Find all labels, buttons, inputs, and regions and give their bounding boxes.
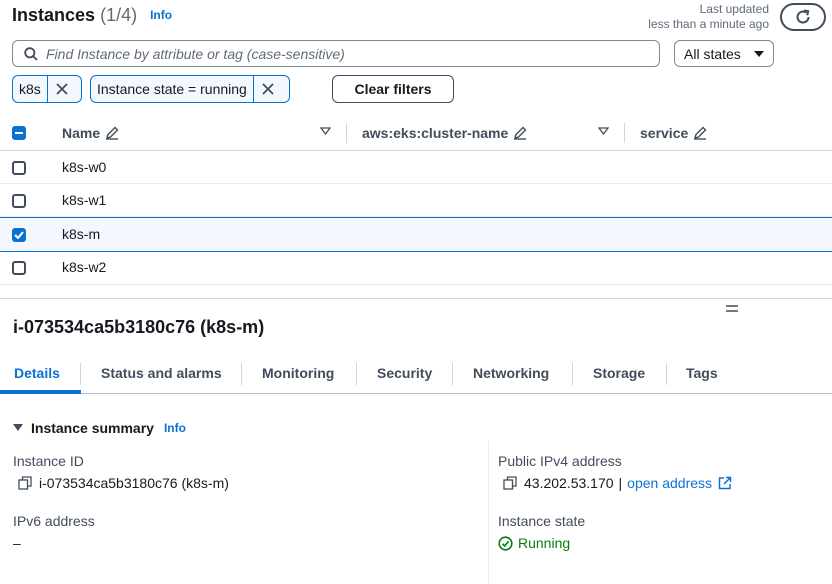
caret-down-icon <box>753 50 764 57</box>
separator: | <box>618 475 623 491</box>
table-row[interactable]: k8s-w1 <box>0 184 832 217</box>
table-row[interactable]: k8s-w0 <box>0 151 832 184</box>
column-label: aws:eks:cluster-name <box>362 125 509 141</box>
indeterminate-icon <box>15 132 23 134</box>
tab-divider <box>80 363 81 385</box>
tab-divider <box>572 363 573 385</box>
external-link-icon[interactable] <box>718 476 732 490</box>
page-title: Instances (1/4) Info <box>12 5 172 26</box>
refresh-icon <box>796 9 810 24</box>
edit-icon <box>514 126 527 140</box>
table-row-selected[interactable]: k8s-m <box>0 217 832 252</box>
instance-name: k8s-w1 <box>62 192 107 208</box>
instance-state-label: Instance state <box>498 513 586 529</box>
filter-token-label: k8s <box>19 81 41 97</box>
info-link[interactable]: Info <box>164 421 186 435</box>
clear-filters-button[interactable]: Clear filters <box>332 75 454 103</box>
close-icon <box>56 83 68 95</box>
filter-token-label: Instance state = running <box>97 81 247 97</box>
caret-down-icon <box>13 424 23 431</box>
instance-id-label: Instance ID <box>13 453 84 469</box>
remove-filter-button[interactable] <box>46 76 76 102</box>
remove-filter-button[interactable] <box>252 76 282 102</box>
filter-token-state: Instance state = running <box>90 75 290 103</box>
tab-tags[interactable]: Tags <box>686 365 718 381</box>
last-updated-value: less than a minute ago <box>648 17 769 31</box>
tab-monitoring[interactable]: Monitoring <box>262 365 334 381</box>
instance-id-value: i-073534ca5b3180c76 (k8s-m) <box>18 475 229 491</box>
section-title: Instance summary <box>31 420 154 436</box>
drag-handle-icon[interactable] <box>726 305 738 312</box>
search-input[interactable]: Find Instance by attribute or tag (case-… <box>12 40 660 67</box>
ipv6-label: IPv6 address <box>13 513 95 529</box>
public-ipv4-text: 43.202.53.170 <box>524 475 614 491</box>
column-separator <box>488 441 489 584</box>
copy-icon[interactable] <box>503 476 517 490</box>
tab-divider <box>666 363 667 385</box>
row-checkbox[interactable] <box>12 261 26 275</box>
public-ipv4-label: Public IPv4 address <box>498 453 622 469</box>
table-header: Name aws:eks:cluster-name service <box>0 117 832 151</box>
edit-icon <box>106 126 119 140</box>
tab-divider <box>356 363 357 385</box>
row-checkbox[interactable] <box>12 194 26 208</box>
title-text: Instances <box>12 5 96 25</box>
row-checkbox[interactable] <box>12 161 26 175</box>
instance-name: k8s-m <box>62 226 101 242</box>
detail-title: i-073534ca5b3180c76 (k8s-m) <box>13 317 265 337</box>
selection-count: (1/4) <box>100 5 138 25</box>
refresh-button[interactable] <box>780 3 826 31</box>
instance-state-value: Running <box>498 535 570 551</box>
instance-name: k8s-w0 <box>62 159 107 175</box>
search-placeholder: Find Instance by attribute or tag (case-… <box>46 45 345 62</box>
table-row[interactable]: k8s-w2 <box>0 252 832 285</box>
row-checkbox[interactable] <box>12 228 26 242</box>
tab-divider <box>241 363 242 385</box>
column-header-name[interactable]: Name <box>62 125 119 141</box>
column-header-service[interactable]: service <box>640 125 707 141</box>
split-panel-divider <box>0 298 832 299</box>
active-tab-indicator <box>0 390 81 394</box>
edit-icon <box>694 126 707 140</box>
tab-divider <box>452 363 453 385</box>
copy-icon[interactable] <box>18 476 32 490</box>
instance-id-text: i-073534ca5b3180c76 (k8s-m) <box>39 475 229 491</box>
column-label: Name <box>62 125 101 141</box>
select-all-checkbox[interactable] <box>12 126 26 140</box>
state-text: Running <box>518 535 571 551</box>
instance-name: k8s-w2 <box>62 259 107 275</box>
tab-storage[interactable]: Storage <box>593 365 645 381</box>
tab-security[interactable]: Security <box>377 365 432 381</box>
search-icon <box>24 46 38 61</box>
filter-token-k8s: k8s <box>12 75 82 103</box>
instance-summary-header[interactable]: Instance summary Info <box>13 420 186 436</box>
state-select-value: All states <box>684 45 741 62</box>
close-icon <box>262 83 274 95</box>
open-address-link[interactable]: open address <box>627 475 712 491</box>
column-divider[interactable] <box>624 123 625 143</box>
tab-networking[interactable]: Networking <box>473 365 549 381</box>
instance-state-select[interactable]: All states <box>674 40 774 67</box>
last-updated: Last updated less than a minute ago <box>648 2 769 32</box>
info-link[interactable]: Info <box>150 8 172 22</box>
column-label: service <box>640 125 689 141</box>
ipv6-value: – <box>13 535 21 551</box>
last-updated-label: Last updated <box>699 2 769 16</box>
tab-status-and-alarms[interactable]: Status and alarms <box>101 365 222 381</box>
tab-details[interactable]: Details <box>14 365 60 381</box>
success-check-icon <box>498 535 513 551</box>
check-icon <box>14 231 24 239</box>
detail-tabs: Details Status and alarms Monitoring Sec… <box>0 360 832 394</box>
column-header-cluster[interactable]: aws:eks:cluster-name <box>362 125 527 141</box>
column-divider[interactable] <box>346 123 347 143</box>
public-ipv4-value: 43.202.53.170 | open address <box>503 475 732 491</box>
sort-caret-icon[interactable] <box>320 127 331 135</box>
sort-caret-icon[interactable] <box>598 127 609 135</box>
